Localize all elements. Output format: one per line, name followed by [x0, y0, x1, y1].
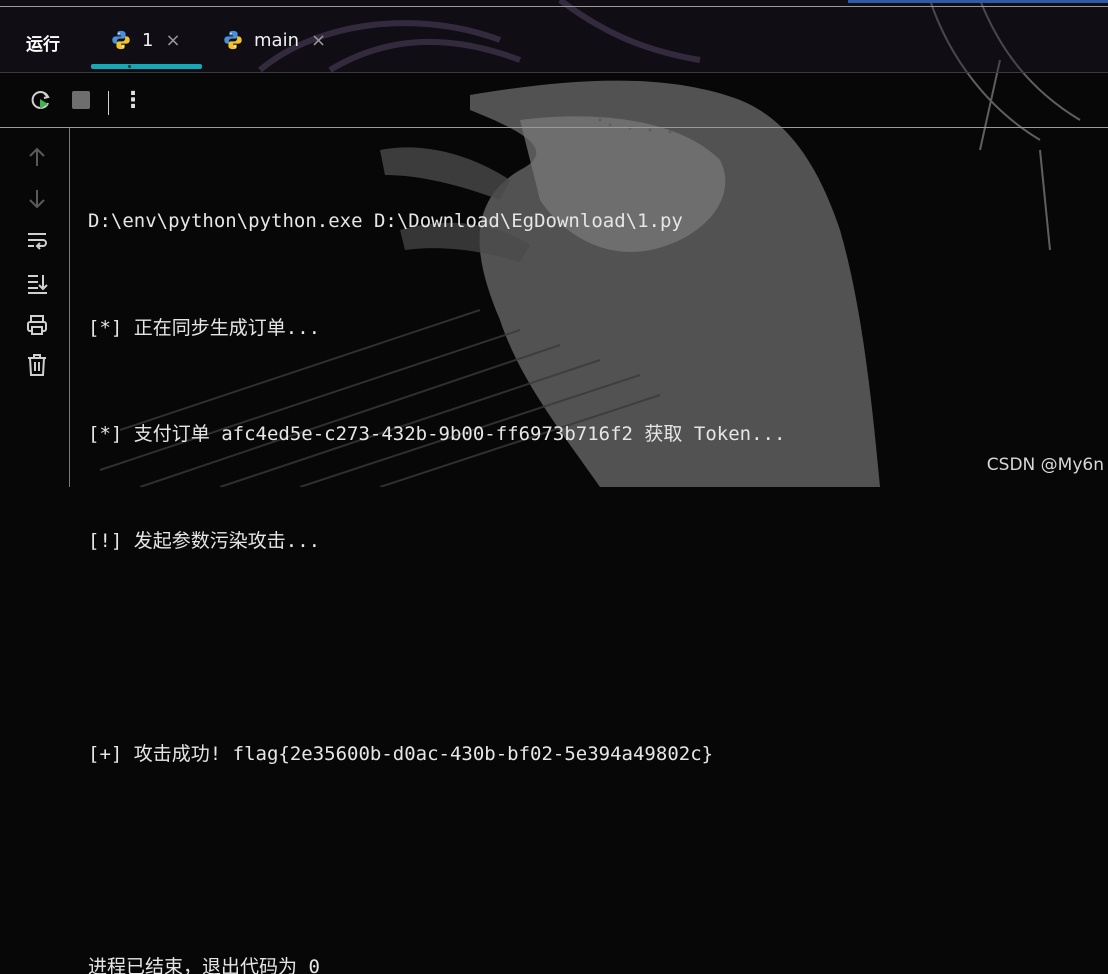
- scroll-to-end-icon: [26, 272, 48, 294]
- console-line: [!] 发起参数污染攻击...: [88, 524, 785, 560]
- close-icon[interactable]: ×: [165, 30, 180, 51]
- top-divider: [0, 0, 1108, 7]
- run-tool-window-title: 运行: [26, 30, 60, 55]
- scroll-to-end-button[interactable]: [24, 270, 50, 296]
- tool-window-header: 运行 1 × main ×: [0, 0, 1108, 73]
- tab-1[interactable]: 1 ×: [110, 25, 181, 55]
- soft-wrap-button[interactable]: [24, 228, 50, 254]
- console-line: D:\env\python\python.exe D:\Download\EgD…: [88, 204, 785, 240]
- clear-all-button[interactable]: [24, 352, 50, 378]
- arrow-down-icon: [27, 188, 47, 210]
- rerun-icon: [29, 88, 53, 112]
- print-button[interactable]: [24, 312, 50, 338]
- watermark: CSDN @My6n: [987, 455, 1104, 475]
- soft-wrap-icon: [26, 230, 48, 252]
- console-line: [+] 攻击成功! flag{2e35600b-d0ac-430b-bf02-5…: [88, 737, 785, 773]
- arrow-up-icon: [27, 146, 47, 168]
- stop-button[interactable]: [68, 87, 94, 113]
- scroll-down-button[interactable]: [24, 186, 50, 212]
- trash-icon: [26, 353, 48, 377]
- stop-icon: [72, 91, 90, 109]
- run-toolbar: ⋮: [0, 73, 1108, 128]
- tab-main[interactable]: main ×: [222, 25, 326, 55]
- console-output: D:\env\python\python.exe D:\Download\EgD…: [88, 133, 785, 974]
- scroll-up-button[interactable]: [24, 144, 50, 170]
- tab-label: 1: [142, 30, 153, 51]
- console-line: [*] 支付订单 afc4ed5e-c273-432b-9b00-ff6973b…: [88, 417, 785, 453]
- active-tab-indicator: [91, 64, 202, 69]
- print-icon: [26, 314, 48, 336]
- tab-label: main: [254, 30, 299, 51]
- console-line: [88, 843, 785, 879]
- more-options-button[interactable]: ⋮: [120, 87, 146, 113]
- toolbar-separator: [108, 91, 109, 115]
- python-icon: [222, 29, 244, 51]
- console-line: 进程已结束，退出代码为 0: [88, 950, 785, 974]
- console-line: [88, 630, 785, 666]
- close-icon[interactable]: ×: [311, 30, 326, 51]
- rerun-button[interactable]: [28, 87, 54, 113]
- console-line: [*] 正在同步生成订单...: [88, 311, 785, 347]
- python-icon: [110, 29, 132, 51]
- console-gutter: [0, 128, 70, 487]
